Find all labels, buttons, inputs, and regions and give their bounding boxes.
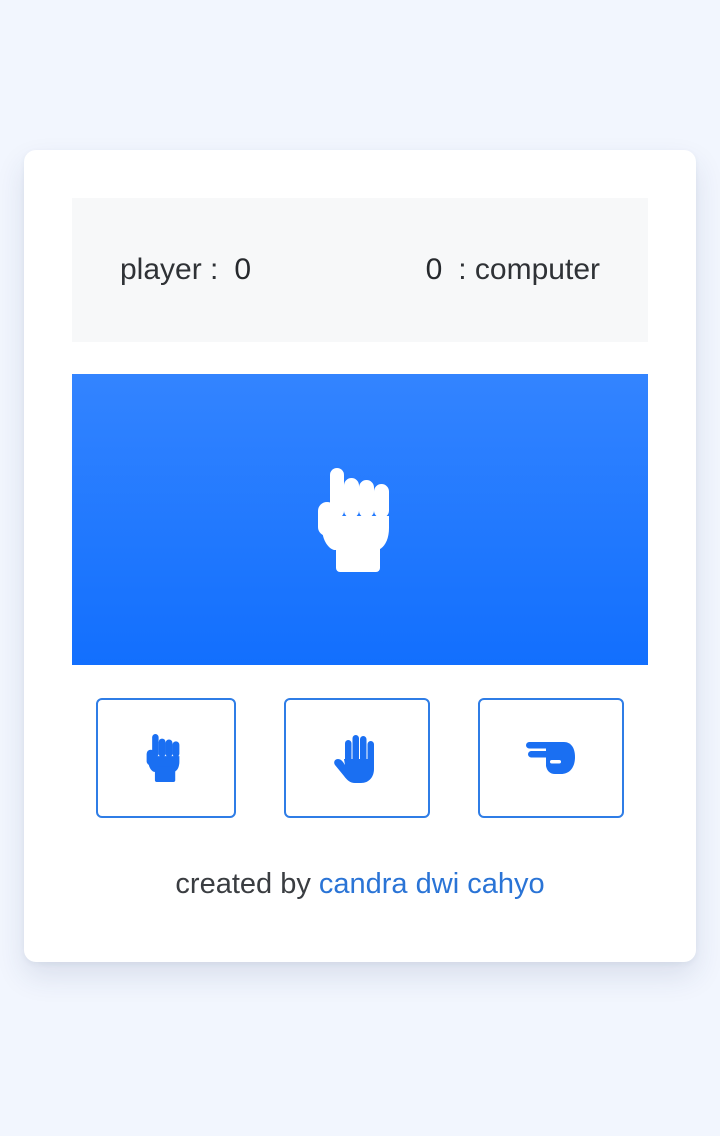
scissors-button[interactable] [478,698,624,818]
choice-buttons [24,698,696,818]
paper-button[interactable] [284,698,430,818]
player-score: 0 [234,253,252,286]
player-label: player : [120,253,219,286]
rock-button[interactable] [96,698,236,818]
footer-credit: created by candra dwi cahyo [24,868,696,901]
scoreboard: player : 0 0 : computer [72,198,648,342]
open-hand-icon [334,735,374,783]
computer-label: : computer [458,253,600,286]
author-link[interactable]: candra dwi cahyo [319,868,545,900]
computer-score-group: 0 : computer [426,198,600,342]
scissors-hand-icon [526,742,575,774]
computer-score: 0 [425,253,443,286]
fist-icon [146,734,180,782]
result-display [72,374,648,665]
player-score-group: player : 0 [120,198,251,342]
fist-icon [318,467,389,572]
credit-prefix: created by [175,868,311,900]
game-card: player : 0 0 : computer created by candr… [24,150,696,962]
